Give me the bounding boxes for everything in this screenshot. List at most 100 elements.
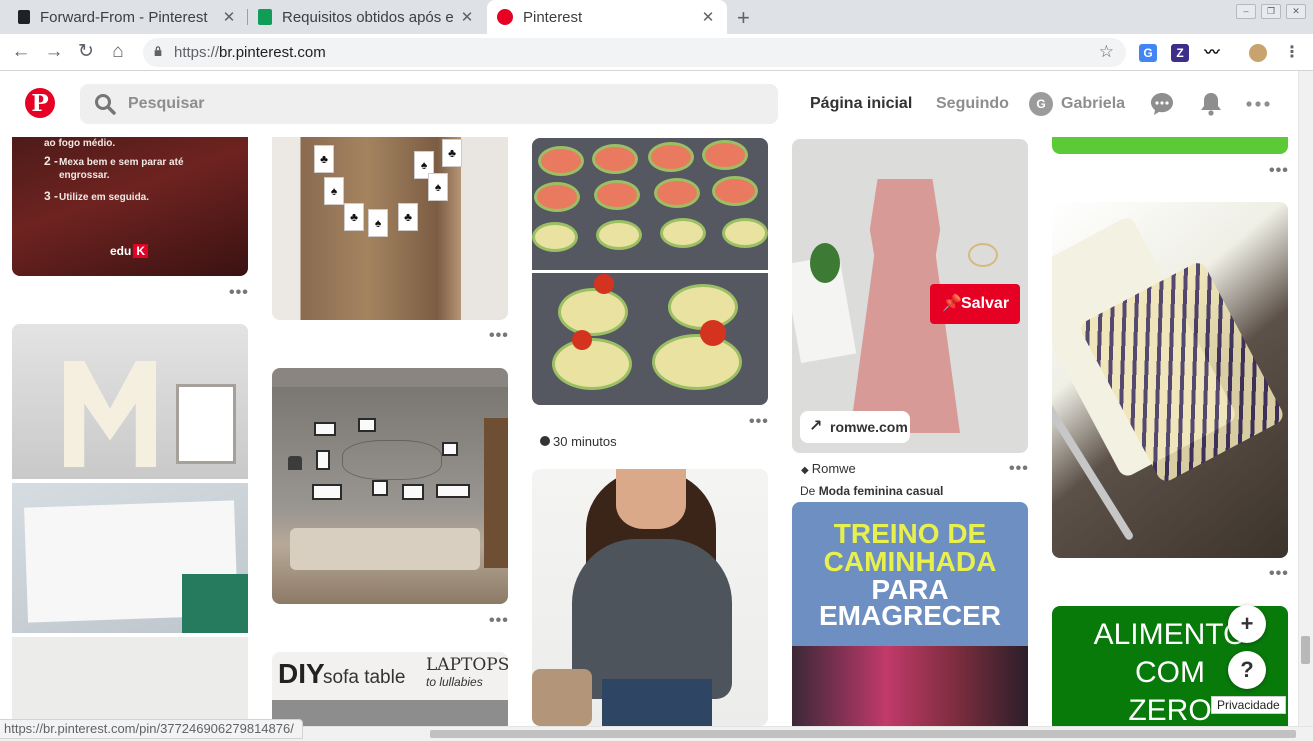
recipe-step3-text: Utilize em seguida. xyxy=(59,192,150,203)
pinterest-icon xyxy=(497,9,513,25)
eggplant-slice xyxy=(654,178,700,208)
pin-board-name: Romwe xyxy=(811,461,856,476)
pinterest-logo[interactable]: P xyxy=(25,88,55,118)
tab-title: Requisitos obtidos após e xyxy=(282,8,454,26)
wall-frame xyxy=(314,422,336,436)
grey-sweater xyxy=(572,539,732,699)
nav-profile-name[interactable]: Gabriela xyxy=(1061,95,1125,113)
eggplant-slice xyxy=(660,218,706,248)
home-icon[interactable]: ⌂ xyxy=(106,40,130,64)
eggplant-slice xyxy=(712,176,758,206)
status-bar-url: https://br.pinterest.com/pin/37724690627… xyxy=(0,719,303,739)
pin-more-button[interactable]: ••• xyxy=(749,413,769,431)
horizontal-scroll-thumb[interactable] xyxy=(430,730,1296,738)
eggplant-slice xyxy=(532,222,578,252)
pin-more-button[interactable]: ••• xyxy=(1269,565,1289,583)
zotero-extension-icon[interactable]: Z xyxy=(1171,44,1189,62)
wall-frame xyxy=(436,484,470,498)
nav-following[interactable]: Seguindo xyxy=(936,95,1009,113)
back-icon[interactable]: ← xyxy=(9,40,33,64)
tab-requisitos[interactable]: Requisitos obtidos após e ✕ xyxy=(248,0,486,34)
close-window-icon[interactable]: ✕ xyxy=(1286,4,1306,19)
help-button[interactable]: ? xyxy=(1228,651,1266,689)
privacy-link[interactable]: Privacidade xyxy=(1211,696,1286,714)
pin-board-attribution[interactable]: De Moda feminina casual xyxy=(800,484,943,498)
vertical-scrollbar[interactable] xyxy=(1298,71,1313,726)
wall-frame xyxy=(442,442,458,456)
close-tab-icon[interactable]: ✕ xyxy=(699,8,717,26)
diy-right-subtitle: to lullabies xyxy=(426,675,483,689)
edu-logo: edu K xyxy=(110,244,149,258)
pin-recipe-card[interactable]: ao fogo médio. 2 - Mexa bem e sem parar … xyxy=(12,137,248,276)
restore-icon[interactable]: ❐ xyxy=(1261,4,1281,19)
profile-avatar-icon[interactable] xyxy=(1249,44,1267,62)
shoes-photo xyxy=(792,646,1028,726)
browser-toolbar: ← → ↻ ⌂ https://br.pinterest.com ☆ xyxy=(0,34,1313,71)
wall-frame xyxy=(372,480,388,496)
holes-photo xyxy=(12,637,248,724)
new-tab-button[interactable]: + xyxy=(737,5,750,31)
pin-marquee-letter[interactable] xyxy=(12,324,248,724)
tomato xyxy=(572,330,592,350)
forward-icon[interactable]: → xyxy=(42,40,66,64)
eggplant-slice xyxy=(702,140,748,170)
playing-card: ♣ xyxy=(314,145,334,173)
pin-sweater-outfit[interactable] xyxy=(532,469,768,726)
pin-source-link[interactable]: ↗ romwe.com xyxy=(800,411,910,443)
close-tab-icon[interactable]: ✕ xyxy=(220,8,238,26)
save-pin-label: Salvar xyxy=(961,295,1010,312)
pin-diy-sofa-table[interactable]: DIY sofa table LAPTOPS to lullabies xyxy=(272,652,508,726)
playing-card: ♣ xyxy=(344,203,364,231)
extension-icon[interactable]: 〰 xyxy=(1203,44,1221,62)
search-placeholder: Pesquisar xyxy=(128,95,205,112)
nav-home[interactable]: Página inicial xyxy=(810,95,912,113)
pin-more-button[interactable]: ••• xyxy=(489,612,509,630)
url-text: https://br.pinterest.com xyxy=(174,44,326,61)
pin-duration: 30 minutos xyxy=(540,434,617,449)
tab-pinterest[interactable]: Pinterest ✕ xyxy=(487,0,727,34)
diy-right-title: LAPTOPS xyxy=(426,655,508,675)
sheets-icon xyxy=(258,9,272,25)
address-bar[interactable]: https://br.pinterest.com ☆ xyxy=(143,38,1126,67)
browser-menu-icon[interactable]: ⋮ xyxy=(1283,44,1301,62)
bookmark-star-icon[interactable]: ☆ xyxy=(1099,42,1114,62)
image-divider xyxy=(532,270,768,273)
pin-board-tag[interactable]: ◆ Romwe xyxy=(801,461,856,476)
close-tab-icon[interactable]: ✕ xyxy=(458,8,476,26)
search-input[interactable]: Pesquisar xyxy=(80,84,778,124)
vertical-scroll-thumb[interactable] xyxy=(1301,636,1310,664)
eggplant-slice xyxy=(534,182,580,212)
add-pin-button[interactable]: + xyxy=(1228,605,1266,643)
arrow-outward-icon: ↗ xyxy=(809,418,823,435)
pin-more-button[interactable]: ••• xyxy=(229,284,249,302)
tab-forward-from[interactable]: Forward-From - Pinterest ✕ xyxy=(8,0,248,34)
reload-icon[interactable]: ↻ xyxy=(74,40,98,64)
save-pin-button[interactable]: 📌 Salvar xyxy=(930,284,1020,324)
tomato xyxy=(594,274,614,294)
pin-blueberry-cake[interactable] xyxy=(1052,202,1288,558)
pin-card-wall-art[interactable]: ♣ ♠ ♣ ♠ ♣ ♠ ♠ ♣ xyxy=(272,137,508,320)
eggplant-slice xyxy=(594,180,640,210)
notifications-bell-icon[interactable] xyxy=(1198,91,1224,117)
translate-extension-icon[interactable]: G xyxy=(1139,44,1157,62)
pin-more-button[interactable]: ••• xyxy=(1269,162,1289,180)
sofa xyxy=(290,528,480,570)
bookshelf xyxy=(484,418,508,568)
pin-green-image[interactable] xyxy=(1052,137,1288,154)
pin-eggplant-pizza[interactable] xyxy=(532,138,768,405)
minimize-icon[interactable]: – xyxy=(1236,4,1256,19)
playing-card: ♣ xyxy=(398,203,418,231)
messages-icon[interactable] xyxy=(1149,91,1175,117)
playing-card: ♠ xyxy=(324,177,344,205)
edu-logo-k: K xyxy=(133,244,149,258)
pin-more-button[interactable]: ••• xyxy=(1009,460,1029,478)
recipe-step3-number: 3 - xyxy=(44,189,59,203)
more-options-icon[interactable] xyxy=(1245,91,1271,117)
pin-walking-workout[interactable]: TREINO DE CAMINHADA PARA EMAGRECER xyxy=(792,502,1028,726)
pin-feed: ao fogo médio. 2 - Mexa bem e sem parar … xyxy=(0,137,1298,726)
diy-photo xyxy=(272,700,508,726)
pin-more-button[interactable]: ••• xyxy=(489,327,509,345)
avatar[interactable]: G xyxy=(1029,92,1053,116)
pin-living-room[interactable] xyxy=(272,368,508,604)
wall-frame xyxy=(402,484,424,500)
